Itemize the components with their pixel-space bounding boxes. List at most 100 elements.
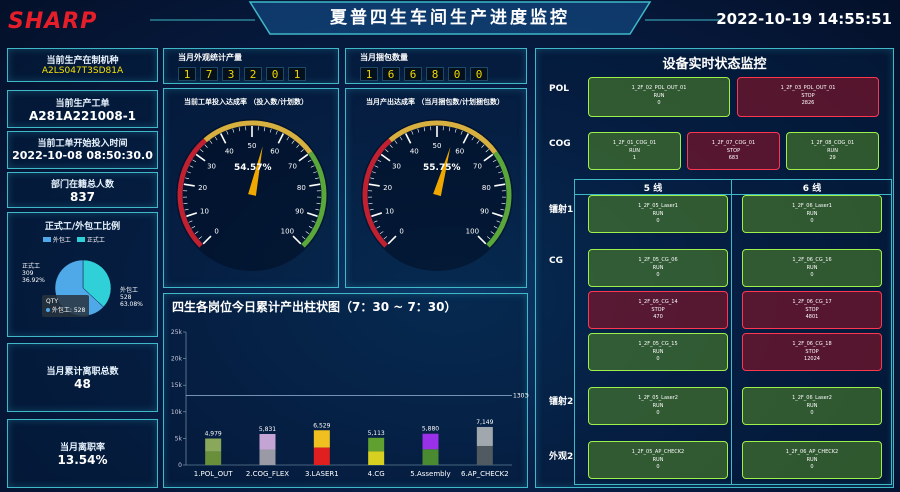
gauge-tick-label: 100 [466, 227, 479, 235]
bar-chart: 0 5k 10k 15k 20k 25k 13036 4,979 1.POL_OUT 5,831 2… [171, 329, 529, 478]
row-label-ap: 外观2 [549, 452, 574, 462]
gauge-tick-label: 60 [270, 147, 279, 155]
y-tick-label: 20k [171, 356, 183, 363]
y-tick-label: 0 [178, 462, 182, 469]
bar-value-label: 5,113 [368, 430, 385, 437]
pack-digits: 166800 [360, 67, 526, 81]
gauge-tick-label: 0 [399, 227, 403, 235]
category-label: 3.LASER1 [305, 470, 339, 478]
legend-outsource: 外包工 [43, 235, 71, 244]
bar-bottom [368, 451, 385, 465]
page-title: 夏普四生车间生产进度监控 [330, 8, 570, 28]
device-card[interactable]: 1_2F_05_CG_15 RUN 0 [588, 333, 728, 371]
staff-label: 部门在籍总人数 [50, 180, 114, 190]
category-label: 6.AP_CHECK2 [461, 470, 509, 478]
row-label-laser1: 镭射1 [549, 205, 574, 215]
gauge-tick-label: 90 [295, 207, 304, 215]
category-label: 1.POL_OUT [194, 470, 233, 478]
gauge-tick-label: 90 [480, 207, 489, 215]
row-label-cog: COG [549, 139, 571, 149]
output-gauge: 0 10 20 30 40 50 60 70 80 90 100 [361, 119, 513, 271]
device-card[interactable]: 1_2F_06_CG_16 RUN 0 [742, 249, 882, 287]
row-label-laser2: 镭射2 [549, 397, 574, 407]
gauge-tick-label: 70 [288, 163, 297, 171]
ratio-title: 正式工/外包工比例 [44, 222, 121, 232]
device-card[interactable]: 1_2F_05_AP_CHECK2 RUN 0 [588, 441, 728, 479]
y-tick-label: 25k [171, 329, 183, 336]
order-value: A281A221008-1 [28, 109, 137, 123]
appearance-digits: 173201 [178, 67, 338, 81]
device-card[interactable]: 1_2F_03_POL_OUT_01 STOP 2826 [737, 77, 879, 117]
gauge-tick-label: 40 [410, 147, 419, 155]
gauge-title: 当前工单投入达成率 （投入数/计划数） [184, 98, 308, 106]
start-label: 当前工单开始投入时间 [37, 139, 128, 149]
model-card: 当前生产在制机种 A2LS047T3SD81A [7, 48, 158, 82]
start-time-card: 当前工单开始投入时间 2022-10-08 08:50:30.0 [7, 131, 158, 169]
ratio-card: 正式工/外包工比例 外包工 正式工 正式工 309 36.92% 外包工 528 63.… [7, 212, 158, 337]
staff-card: 部门在籍总人数 837 [7, 172, 158, 208]
bar-bottom [259, 449, 276, 465]
legend-formal: 正式工 [76, 235, 105, 244]
device-card[interactable]: 1_2F_06_Laser2 RUN 0 [742, 387, 882, 425]
gauge-tick-label: 60 [455, 147, 464, 155]
gauge-title: 当月产出达成率 （当月捆包数/计划捆包数） [366, 98, 504, 106]
device-card[interactable]: 1_2F_05_Laser2 RUN 0 [588, 387, 728, 425]
row-label-pol: POL [549, 84, 569, 94]
y-tick-label: 10k [171, 409, 183, 416]
gauge-tick-label: 20 [198, 184, 207, 192]
pack-counter: 当月捆包数量 166800 [345, 48, 527, 84]
rate-value: 13.54% [57, 453, 108, 467]
bar-top [313, 430, 330, 448]
gauge-tick-label: 80 [482, 184, 491, 192]
gauge-tick-label: 70 [473, 163, 482, 171]
device-card[interactable]: 1_2F_08_COG_01 RUN 29 [786, 132, 879, 170]
bar-top [259, 433, 276, 450]
bar-bottom [422, 449, 439, 465]
bar-value-label: 4,979 [205, 431, 222, 438]
category-label: 4.CG [368, 470, 385, 478]
device-card[interactable]: 1_2F_06_Laser1 RUN 0 [742, 195, 882, 233]
device-card[interactable]: 1_2F_06_AP_CHECK2 RUN 0 [742, 441, 882, 479]
line5-header: 5 线 [643, 184, 663, 194]
gauge-value: 55.75% [423, 163, 461, 173]
bar-bottom [313, 447, 330, 465]
gauge-tick-label: 40 [225, 147, 234, 155]
line6-header: 6 线 [802, 184, 822, 194]
output-gauge-panel: 当月产出达成率 （当月捆包数/计划捆包数） 0 10 20 30 40 50 60 70 80 9… [345, 88, 527, 288]
device-card[interactable]: 1_2F_01_COG_01 RUN 1 [588, 132, 681, 170]
row-label-cg: CG [549, 256, 563, 266]
pack-label: 当月捆包数量 [360, 53, 408, 62]
gauge-tick-label: 10 [385, 207, 394, 215]
appearance-label: 当月外观统计产量 [178, 53, 242, 62]
bar-chart-panel: 四生各岗位今日累计产出柱状图（7：30 ~ 7：30） 0 5k 10k 15k 20k… [163, 293, 529, 488]
clock: 2022-10-19 14:55:51 [716, 10, 892, 28]
gauge-tick-label: 50 [248, 142, 257, 150]
device-card[interactable]: 1_2F_05_Laser1 RUN 0 [588, 195, 728, 233]
staff-value: 837 [69, 190, 96, 204]
category-label: 2.COG_FLEX [246, 470, 289, 478]
bar-bottom [205, 451, 222, 465]
gauge-tick-label: 10 [200, 207, 209, 215]
pie-tooltip: QTY 外包工: 528 [42, 295, 90, 317]
y-tick-label: 5k [175, 435, 183, 442]
device-card[interactable]: 1_2F_02_POL_OUT_01 RUN 0 [588, 77, 730, 117]
formal-label: 正式工 309 36.92% [22, 263, 45, 284]
bar-value-label: 5,880 [422, 426, 439, 433]
device-card[interactable]: 1_2F_06_CG_17 STOP 4801 [742, 291, 882, 329]
y-tick-label: 15k [171, 382, 183, 389]
bar-bottom [476, 445, 493, 465]
bar-value-label: 6,529 [313, 422, 330, 429]
bar-top [476, 426, 493, 446]
sharp-logo: SHARP [8, 9, 98, 34]
gauge-value: 54.57% [234, 163, 272, 173]
device-card[interactable]: 1_2F_05_CG_14 STOP 470 [588, 291, 728, 329]
rate-card: 当月离职率 13.54% [7, 419, 158, 488]
device-card[interactable]: 1_2F_06_CG_18 STOP 12024 [742, 333, 882, 371]
leave-card: 当月累计离职总数 48 [7, 343, 158, 412]
device-card[interactable]: 1_2F_07_COG_01 STOP 683 [687, 132, 780, 170]
model-value: A2LS047T3SD81A [41, 66, 124, 76]
outsource-label: 外包工 528 63.08% [120, 287, 143, 308]
bar-value-label: 5,831 [259, 426, 276, 433]
appearance-counter: 当月外观统计产量 173201 [163, 48, 339, 84]
device-card[interactable]: 1_2F_05_CG_06 RUN 0 [588, 249, 728, 287]
